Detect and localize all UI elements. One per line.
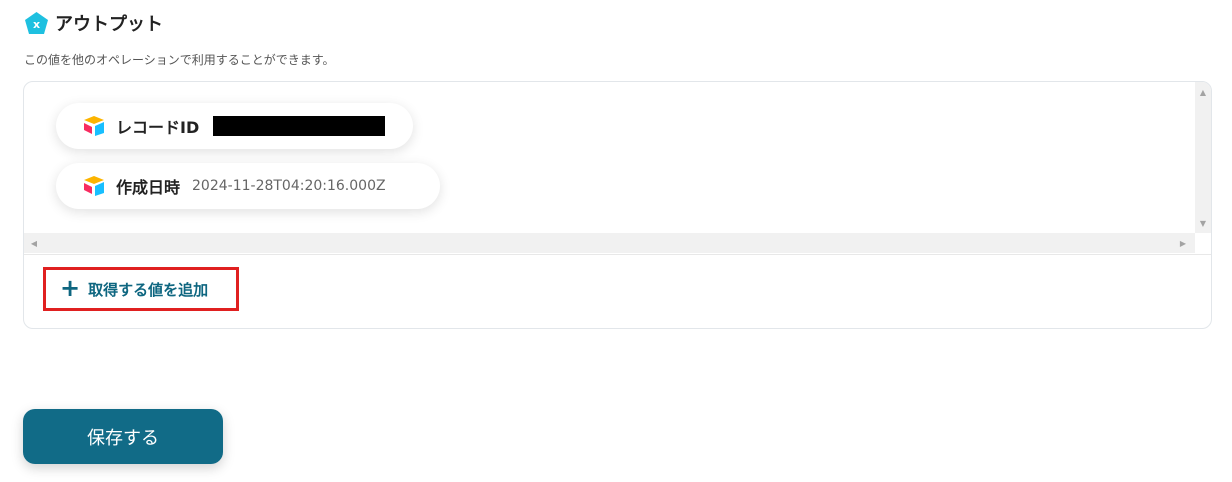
- scroll-left-arrow-icon[interactable]: ◀: [26, 233, 42, 253]
- output-chip-record-id[interactable]: レコードID: [56, 103, 413, 149]
- redacted-value: [213, 116, 386, 136]
- section-header: x アウトプット: [24, 10, 163, 36]
- add-output-button[interactable]: + 取得する値を追加: [43, 267, 239, 311]
- add-output-label: 取得する値を追加: [88, 280, 209, 299]
- airtable-icon: [82, 115, 106, 137]
- svg-text:x: x: [33, 18, 40, 31]
- output-panel: レコードID 作成日時 2024-11-28T04:20:16.000Z ▲ ▼: [23, 81, 1212, 329]
- horizontal-scrollbar[interactable]: ◀ ▶: [24, 233, 1195, 253]
- scrollbar-corner: [1195, 233, 1211, 253]
- section-description: この値を他のオペレーションで利用することができます。: [24, 53, 335, 67]
- output-chip-created-at[interactable]: 作成日時 2024-11-28T04:20:16.000Z: [56, 163, 440, 209]
- plus-icon: +: [60, 274, 81, 302]
- section-title: アウトプット: [55, 14, 163, 35]
- airtable-icon: [82, 175, 106, 197]
- scroll-right-arrow-icon[interactable]: ▶: [1175, 233, 1191, 253]
- output-label: レコードID: [116, 118, 200, 137]
- output-pentagon-icon: x: [24, 11, 49, 36]
- scroll-down-arrow-icon[interactable]: ▼: [1195, 215, 1211, 231]
- vertical-scrollbar[interactable]: ▲ ▼: [1195, 82, 1211, 233]
- output-list: レコードID 作成日時 2024-11-28T04:20:16.000Z ▲ ▼: [24, 82, 1211, 255]
- output-settings-page: x アウトプット この値を他のオペレーションで利用することができます。 レコード…: [0, 0, 1232, 482]
- output-value: 2024-11-28T04:20:16.000Z: [192, 178, 386, 194]
- output-label: 作成日時: [116, 178, 181, 197]
- scroll-up-arrow-icon[interactable]: ▲: [1195, 84, 1211, 100]
- save-button[interactable]: 保存する: [23, 409, 223, 464]
